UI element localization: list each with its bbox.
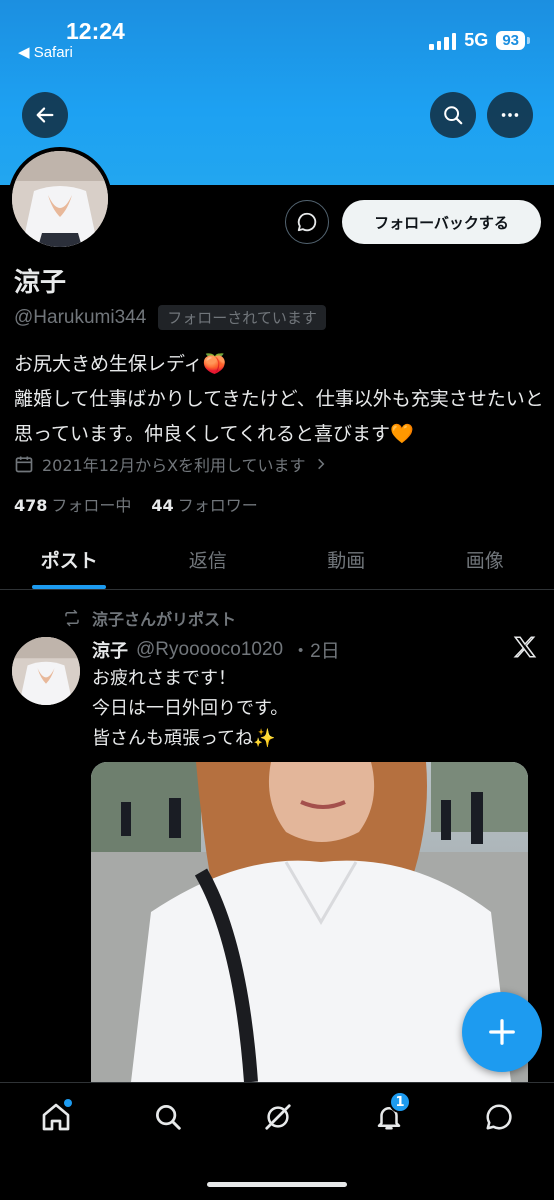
status-bar: 12:24 ◀ Safari 5G 93 [0, 0, 554, 72]
joined-date: 2021年12月からXを利用しています [14, 452, 328, 476]
followers-label: フォロワー [177, 496, 258, 515]
post-header: 涼子 @Ryooooco1020 ・2日 [92, 636, 340, 663]
followers-count: 44 [151, 496, 174, 515]
post-author-handle[interactable]: @Ryooooco1020 [136, 639, 283, 661]
tab-images[interactable]: 画像 [416, 530, 554, 589]
notification-badge: 1 [389, 1091, 411, 1113]
following-link[interactable]: 478 フォロー中 [14, 492, 131, 516]
back-button[interactable] [22, 92, 68, 138]
signal-icon [429, 32, 457, 50]
search-icon [156, 1105, 181, 1130]
post-text-line: お疲れさまです！ [92, 668, 236, 689]
handle-row: @Harukumi344 フォローされています [14, 305, 326, 330]
follow-counts: 478 フォロー中 44 フォロワー [14, 492, 258, 516]
back-to-safari[interactable]: ◀ Safari [18, 43, 73, 61]
network-type: 5G [464, 30, 489, 50]
nav-notifications[interactable]: 1 [369, 1091, 411, 1137]
avatar-photo [12, 151, 108, 247]
tab-replies[interactable]: 返信 [139, 530, 278, 589]
chevron-right-icon[interactable] [314, 457, 328, 471]
plus-icon [489, 1019, 515, 1045]
follows-you-badge: フォローされています [158, 305, 326, 330]
display-name: 涼子 [14, 268, 67, 298]
arrow-left-icon [36, 107, 54, 123]
more-button[interactable] [487, 92, 533, 138]
grok-icon [265, 1104, 291, 1130]
status-indicators: 5G 93 [429, 30, 530, 51]
battery-cap [527, 37, 530, 44]
tab-videos[interactable]: 動画 [277, 530, 416, 589]
battery-icon: 93 [496, 31, 525, 50]
post-time: ・2日 [291, 641, 340, 662]
message-button[interactable] [285, 200, 329, 244]
nav-home[interactable] [36, 1097, 76, 1137]
repost-label: 涼子さんがリポスト [92, 610, 237, 629]
post-text-line: 皆さんも頑張ってね✨ [92, 728, 276, 749]
avatar-photo [12, 637, 80, 705]
following-label: フォロー中 [51, 496, 132, 515]
nav-grok[interactable] [258, 1097, 298, 1137]
following-count: 478 [14, 496, 48, 515]
messages-icon [486, 1104, 512, 1130]
profile-bio: お尻大きめ生保レディ🍑 離婚して仕事ばかりしてきたけど、仕事以外も充実させたいと… [14, 347, 544, 452]
nav-messages[interactable] [479, 1097, 519, 1137]
home-unread-dot [64, 1099, 72, 1107]
post-text-line: 今日は一日外回りです。 [92, 698, 289, 719]
compose-button[interactable] [462, 992, 542, 1072]
bio-line: お尻大きめ生保レディ🍑 [14, 353, 227, 375]
user-handle: @Harukumi344 [14, 306, 147, 328]
status-time: 12:24 [66, 18, 125, 44]
more-icon [501, 113, 519, 117]
joined-text: 2021年12月からXを利用しています [42, 456, 306, 475]
calendar-icon [15, 456, 33, 473]
repost-icon [65, 609, 79, 627]
post-text: お疲れさまです！ 今日は一日外回りです。 皆さんも頑張ってね✨ [92, 664, 522, 754]
profile-tabs: ポスト 返信 動画 画像 [0, 530, 554, 590]
post-author-name[interactable]: 涼子 [92, 637, 128, 663]
followback-button[interactable]: フォローバックする [342, 200, 541, 244]
profile-avatar[interactable] [8, 147, 112, 251]
bio-line: 離婚して仕事ばかりしてきたけど、仕事以外も充実させたいと思っています。仲良くして… [14, 388, 544, 445]
followers-link[interactable]: 44 フォロワー [151, 492, 257, 516]
x-logo-icon [512, 634, 538, 664]
home-indicator[interactable] [207, 1182, 347, 1187]
chat-bubble-icon [297, 212, 317, 232]
tab-posts[interactable]: ポスト [0, 530, 139, 589]
post-author-avatar[interactable] [12, 637, 80, 705]
search-icon [444, 106, 463, 125]
search-button[interactable] [430, 92, 476, 138]
repost-indicator: 涼子さんがリポスト [62, 606, 236, 630]
nav-search[interactable] [148, 1097, 188, 1137]
